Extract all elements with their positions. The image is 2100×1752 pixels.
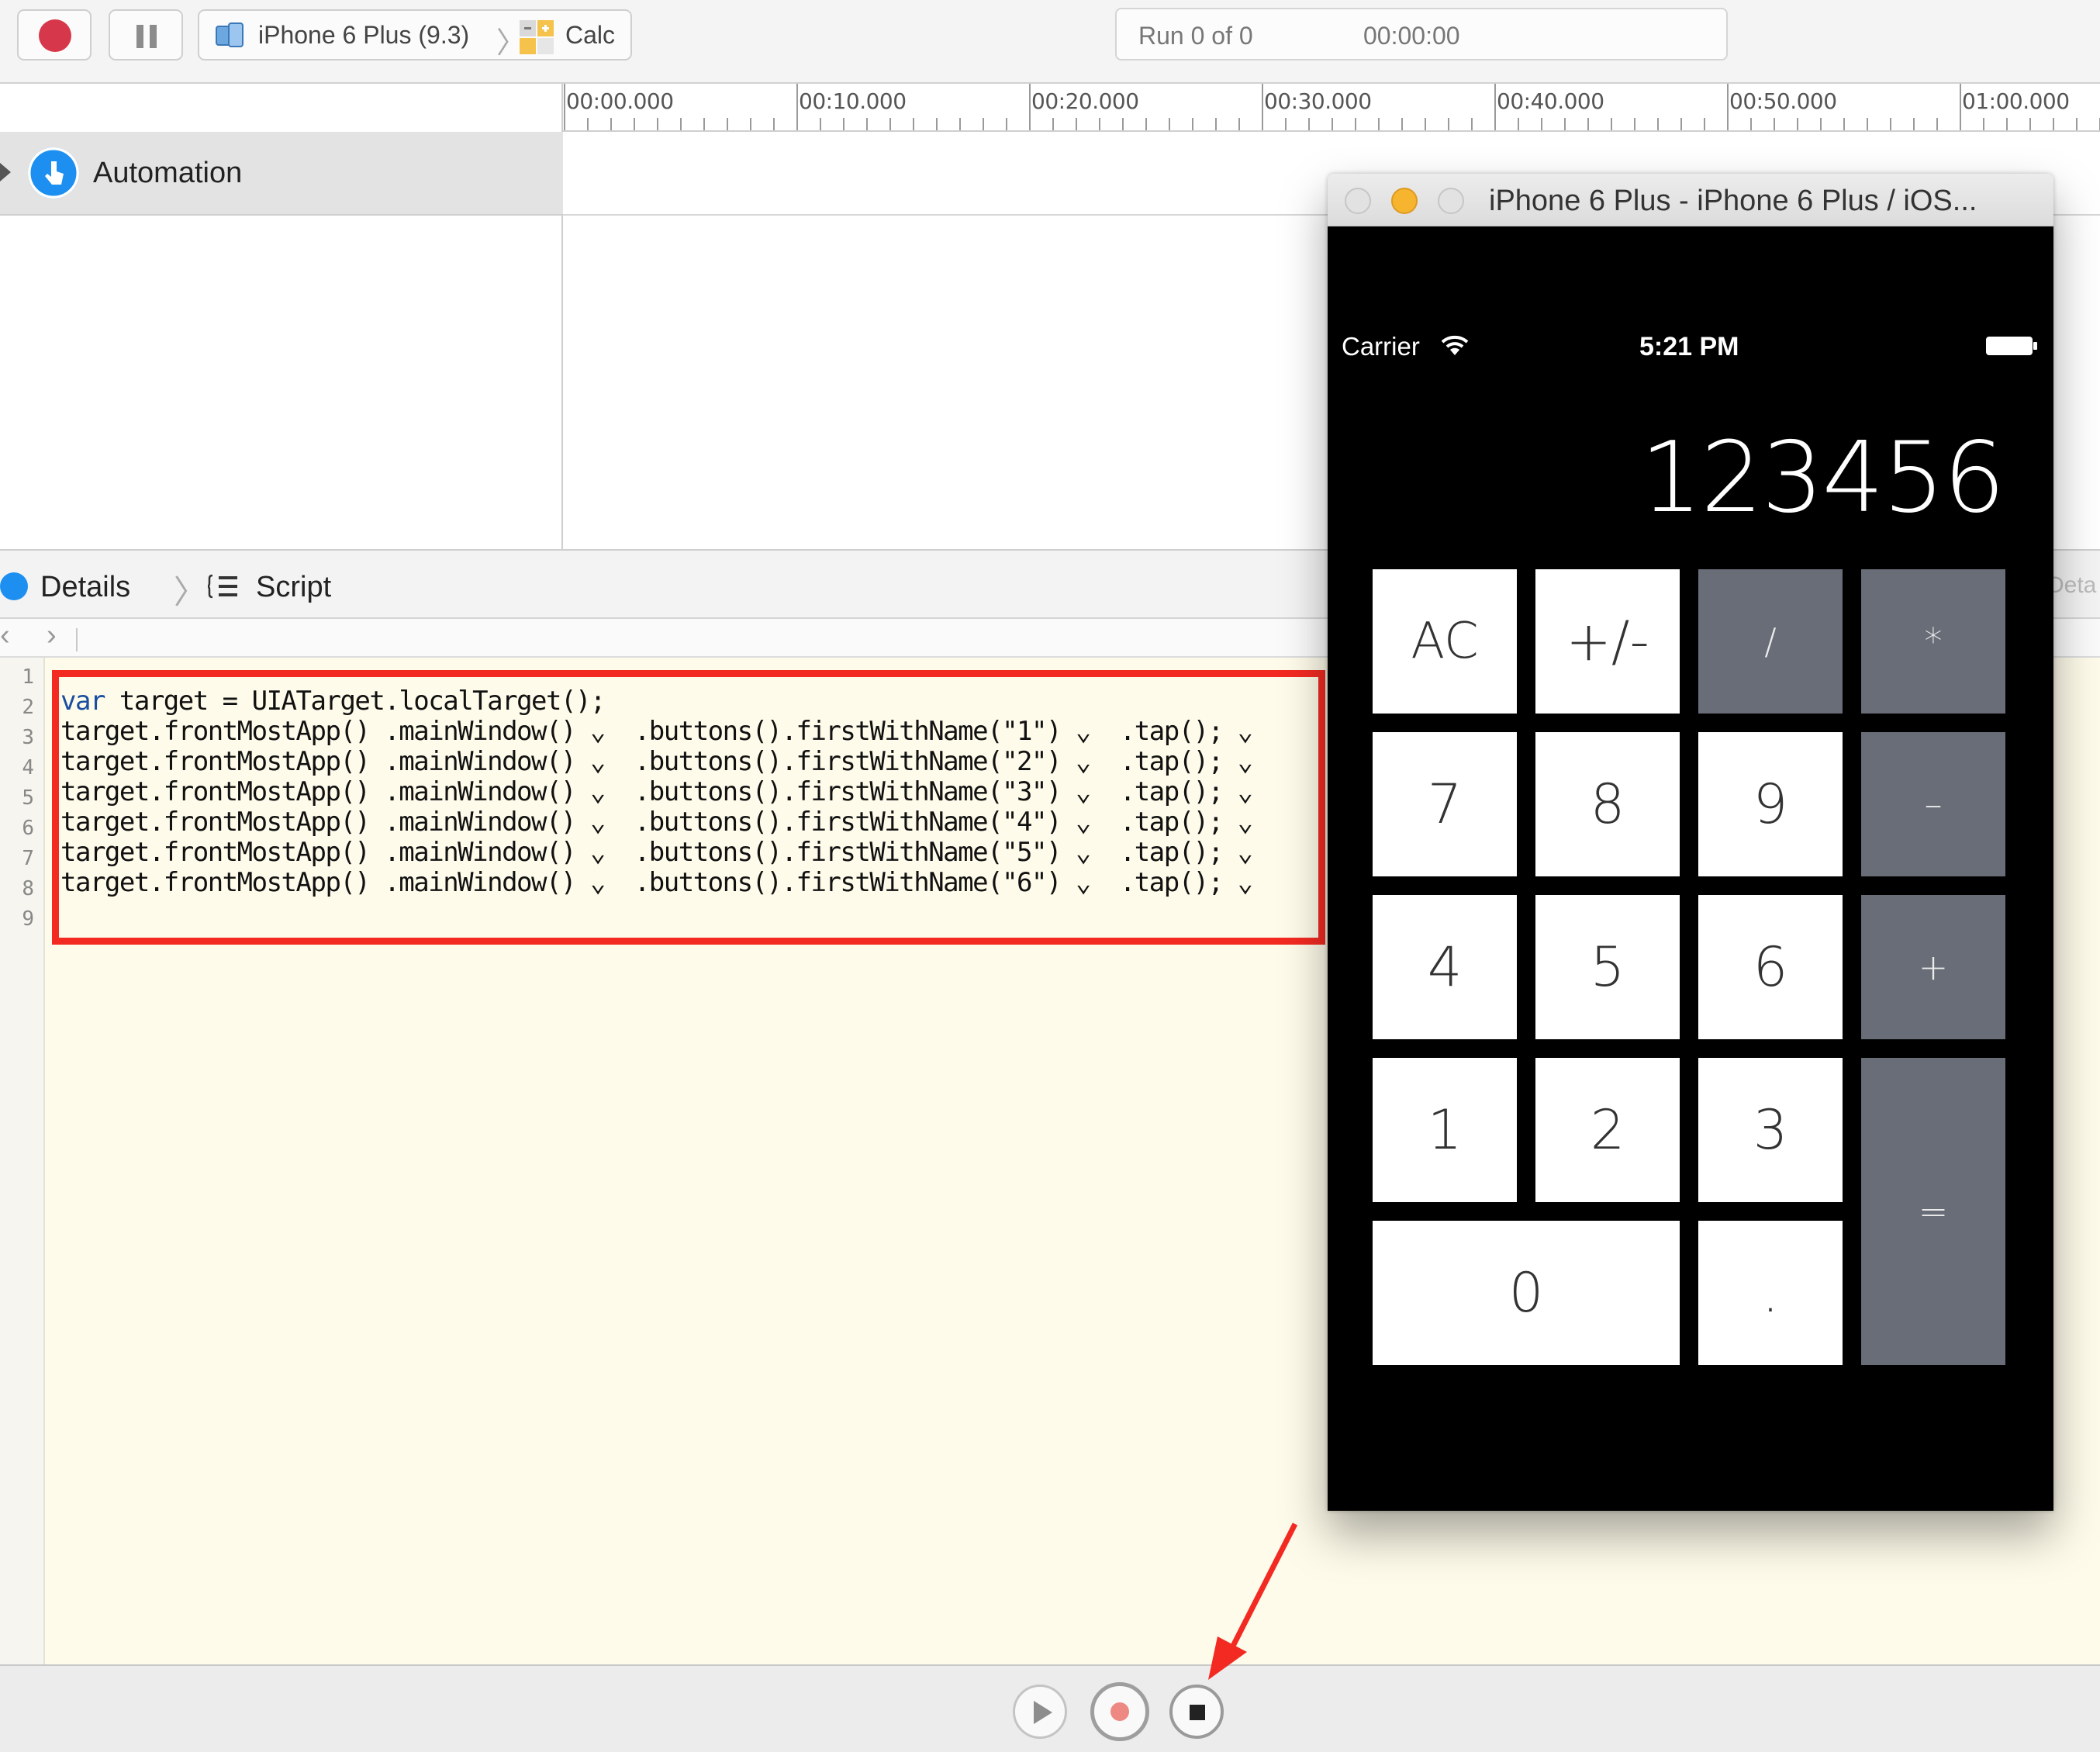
line-number: 7 (22, 847, 34, 870)
key-0[interactable]: 0 (1373, 1221, 1680, 1365)
pause-icon (136, 25, 143, 48)
status-carrier: Carrier (1342, 332, 1420, 361)
timeline-ruler[interactable]: 00:00.000 00:10.000 00:20.000 00:30.000 … (563, 84, 2100, 132)
key-minus[interactable]: – (1861, 732, 2005, 876)
script-breadcrumb[interactable]: Script (256, 571, 331, 604)
window-close-button[interactable] (1345, 188, 1371, 214)
calculator-display: 123456 (1640, 420, 2005, 534)
key-multiply[interactable]: * (1861, 569, 2005, 714)
stop-button[interactable] (1169, 1685, 1224, 1739)
key-5[interactable]: 5 (1535, 895, 1680, 1039)
device-screen[interactable]: Carrier 5:21 PM 123456 AC +/- / * 7 8 9 … (1328, 226, 2053, 1511)
key-6[interactable]: 6 (1698, 895, 1843, 1039)
key-4[interactable]: 4 (1373, 895, 1517, 1039)
run-status-display: Run 0 of 0 00:00:00 (1115, 8, 1728, 60)
record-script-button[interactable] (1090, 1682, 1149, 1741)
back-arrow-icon[interactable]: ‹ (0, 619, 10, 652)
pause-button[interactable] (109, 9, 183, 60)
simulator-window: iPhone 6 Plus - iPhone 6 Plus / iOS... C… (1328, 174, 2053, 1511)
simulator-device-icon (216, 22, 244, 47)
instrument-row-automation[interactable]: Automation (0, 132, 563, 216)
key-ac[interactable]: AC (1373, 569, 1517, 714)
details-breadcrumb[interactable]: Details (40, 571, 130, 604)
app-label: Calc (565, 21, 616, 49)
timeline-tick: 00:30.000 (1264, 88, 1372, 114)
window-zoom-button[interactable] (1438, 188, 1464, 214)
key-7[interactable]: 7 (1373, 732, 1517, 876)
line-number: 5 (22, 786, 34, 810)
key-9[interactable]: 9 (1698, 732, 1843, 876)
annotation-highlight-box (52, 670, 1325, 945)
line-number: 4 (22, 756, 34, 779)
automation-icon (28, 147, 79, 199)
breadcrumb-separator: 〉 (174, 574, 207, 610)
inspector-tab-partial[interactable]: Deta (2047, 572, 2096, 599)
run-counter: Run 0 of 0 (1138, 22, 1253, 50)
record-icon (39, 19, 71, 52)
main-toolbar: iPhone 6 Plus (9.3) 〉 Calc Run 0 of 0 00… (0, 0, 2100, 84)
play-button[interactable] (1013, 1685, 1067, 1739)
key-3[interactable]: 3 (1698, 1058, 1843, 1202)
key-dot[interactable]: . (1698, 1221, 1843, 1365)
calc-app-icon (520, 20, 554, 54)
simulator-titlebar[interactable]: iPhone 6 Plus - iPhone 6 Plus / iOS... (1328, 174, 2053, 226)
line-number: 1 (22, 665, 34, 689)
key-divide[interactable]: / (1698, 569, 1843, 714)
line-number: 8 (22, 877, 34, 900)
line-number: 6 (22, 817, 34, 840)
line-number-gutter: 1 2 3 4 5 6 7 8 9 (0, 658, 45, 1664)
key-sign[interactable]: +/- (1535, 569, 1680, 714)
key-plus[interactable]: + (1861, 895, 2005, 1039)
line-number: 3 (22, 726, 34, 749)
line-number: 9 (22, 907, 34, 931)
timeline-tick: 00:50.000 (1729, 88, 1837, 114)
wifi-icon (1441, 335, 1469, 355)
script-list-icon (208, 574, 237, 599)
device-label: iPhone 6 Plus (9.3) (258, 21, 470, 49)
timeline-tick: 00:00.000 (566, 88, 674, 114)
key-2[interactable]: 2 (1535, 1058, 1680, 1202)
target-device-selector[interactable]: iPhone 6 Plus (9.3) 〉 Calc (198, 9, 632, 60)
play-icon (1034, 1701, 1052, 1724)
forward-arrow-icon[interactable]: › (47, 619, 57, 652)
status-time: 5:21 PM (1639, 332, 1739, 361)
line-number: 2 (22, 696, 34, 719)
timeline-tick: 01:00.000 (1962, 88, 2070, 114)
timeline-tick: 00:20.000 (1031, 88, 1139, 114)
key-1[interactable]: 1 (1373, 1058, 1517, 1202)
instrument-label: Automation (93, 157, 243, 189)
timeline-tick: 00:10.000 (799, 88, 907, 114)
key-8[interactable]: 8 (1535, 732, 1680, 876)
window-minimize-button[interactable] (1391, 188, 1418, 214)
disclosure-triangle-icon[interactable] (0, 163, 11, 181)
timeline-tick: 00:40.000 (1497, 88, 1604, 114)
record-icon (1110, 1702, 1129, 1721)
key-equals[interactable]: = (1861, 1058, 2005, 1365)
elapsed-time: 00:00:00 (1363, 22, 1460, 50)
battery-icon (1986, 337, 2037, 355)
automation-icon (0, 572, 28, 600)
simulator-title: iPhone 6 Plus - iPhone 6 Plus / iOS... (1489, 185, 1977, 217)
record-button[interactable] (17, 9, 92, 60)
stop-icon (1190, 1705, 1205, 1720)
script-controls-bar (0, 1664, 2100, 1752)
